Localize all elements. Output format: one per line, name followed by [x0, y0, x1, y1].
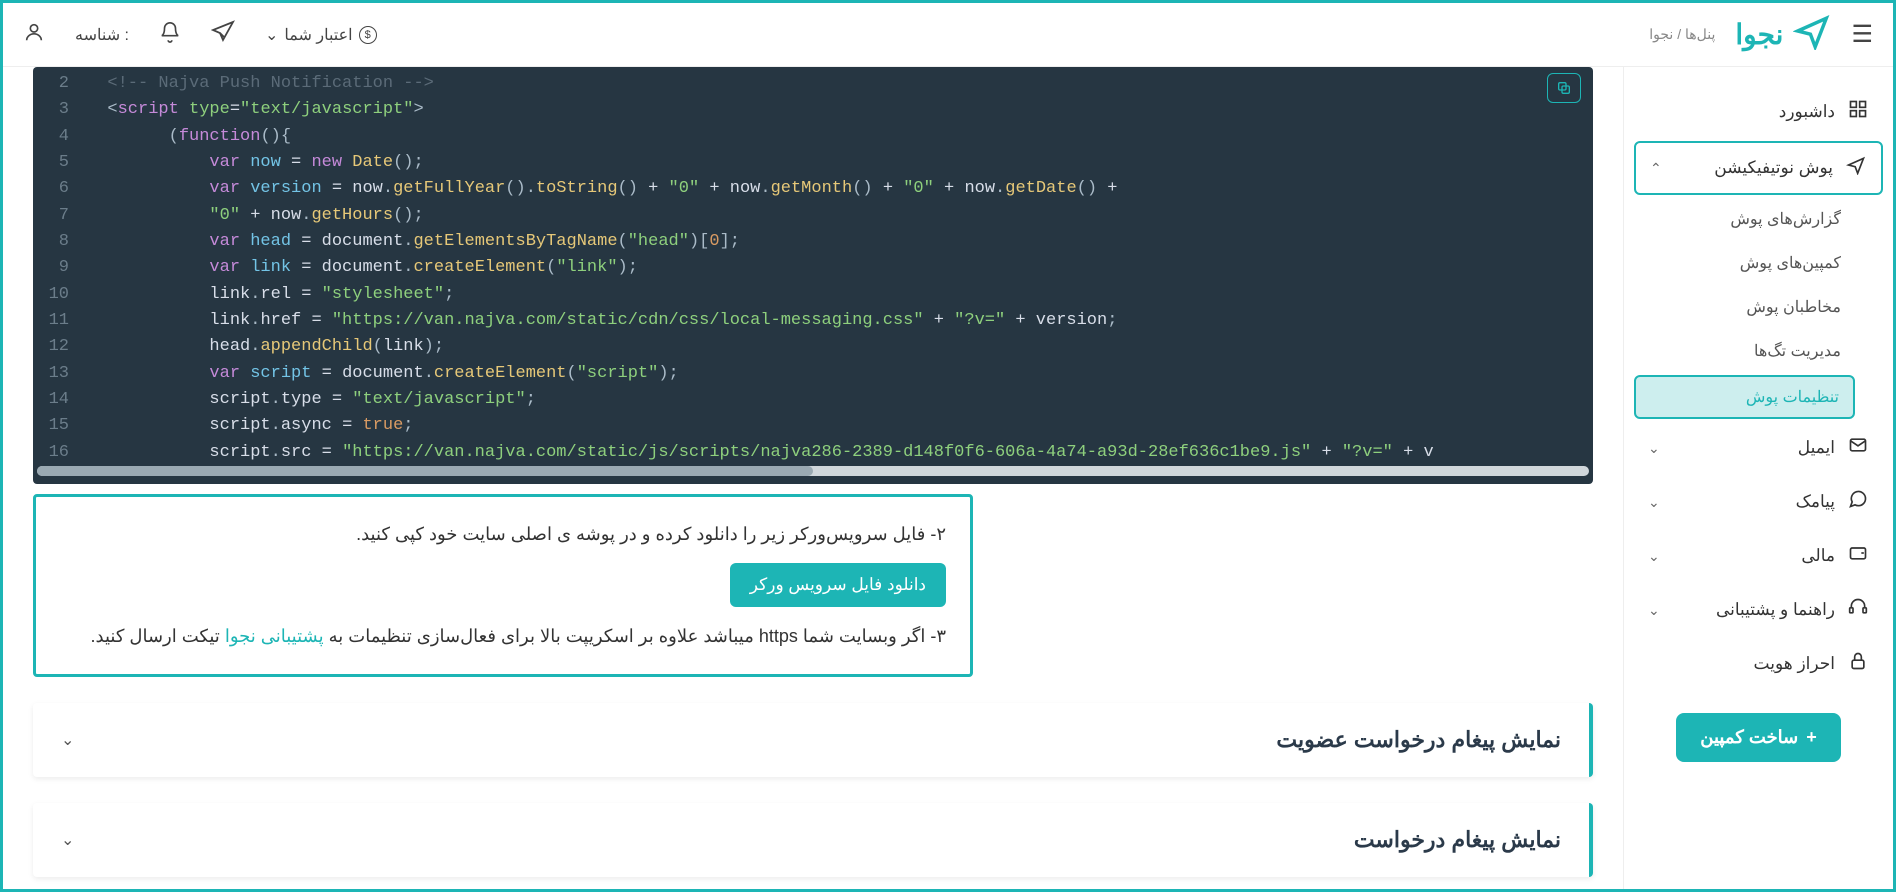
wallet-icon [1847, 543, 1869, 569]
currency-icon: $ [359, 26, 377, 44]
chevron-down-icon: ⌄ [1648, 602, 1660, 619]
nav-verify[interactable]: احراز هویت [1634, 639, 1883, 689]
nav-label: پوش نوتیفیکیشن [1714, 158, 1833, 178]
chevron-down-icon: ⌄ [1648, 548, 1660, 565]
email-icon [1847, 435, 1869, 461]
instructions-box: ۲- فایل سرویس‌ورکر زیر را دانلود کرده و … [33, 494, 973, 676]
chat-icon [1847, 489, 1869, 515]
lock-icon [1847, 651, 1869, 677]
nav-push-campaigns[interactable]: کمپین‌های پوش [1634, 243, 1855, 283]
breadcrumb[interactable]: پنل‌ها / نجوا [1649, 26, 1715, 43]
chevron-down-icon: ⌄ [1648, 440, 1660, 457]
nav-email[interactable]: ایمیل ⌄ [1634, 423, 1883, 473]
chevron-down-icon: ⌄ [61, 730, 74, 750]
brand-text: نجوا [1735, 18, 1783, 51]
step-3-text: ۳- اگر وبسایت شما https میباشد علاوه بر … [60, 619, 946, 653]
nav-label: داشبورد [1779, 102, 1835, 122]
credit-dropdown[interactable]: ⌄ اعتبار شما $ [265, 25, 377, 45]
user-icon[interactable] [23, 21, 45, 49]
download-service-worker-button[interactable]: دانلود فایل سرویس ورکر [730, 563, 946, 607]
accordion-membership-message[interactable]: نمایش پیغام درخواست عضویت ⌄ [33, 703, 1593, 777]
step-2-text: ۲- فایل سرویس‌ورکر زیر را دانلود کرده و … [60, 517, 946, 551]
nav-label: مالی [1801, 546, 1835, 566]
code-block: 2 <!-- Najva Push Notification --> 3 <sc… [33, 67, 1593, 484]
accordion-title: نمایش پیغام درخواست عضویت [1276, 727, 1561, 753]
send-icon [1845, 155, 1867, 181]
dashboard-icon [1847, 99, 1869, 125]
plus-icon: + [1806, 727, 1817, 748]
nav-push[interactable]: پوش نوتیفیکیشن ⌃ [1634, 141, 1883, 195]
nav-push-tags[interactable]: مدیریت تگ‌ها [1634, 331, 1855, 371]
nav-finance[interactable]: مالی ⌄ [1634, 531, 1883, 581]
bell-icon[interactable] [159, 21, 181, 49]
chevron-down-icon: ⌄ [1648, 494, 1660, 511]
button-label: ساخت کمپین [1700, 727, 1798, 748]
create-campaign-button[interactable]: + ساخت کمپین [1676, 713, 1840, 762]
nav-label: ایمیل [1798, 438, 1835, 458]
code-comment: <!-- Najva Push Notification --> [107, 74, 433, 93]
support-link[interactable]: پشتیبانی نجوا [225, 626, 324, 646]
credit-label: اعتبار شما [284, 25, 352, 45]
nav-push-audience[interactable]: مخاطبان پوش [1634, 287, 1855, 327]
nav-push-reports[interactable]: گزارش‌های پوش [1634, 199, 1855, 239]
nav-dashboard[interactable]: داشبورد [1634, 87, 1883, 137]
accordion-request-message[interactable]: نمایش پیغام درخواست ⌄ [33, 803, 1593, 877]
chevron-down-icon: ⌄ [61, 830, 74, 850]
nav-sms[interactable]: پیامک ⌄ [1634, 477, 1883, 527]
header: ☰ نجوا پنل‌ها / نجوا شناسه : ⌄ اعتبار شم… [3, 3, 1893, 67]
chevron-down-icon: ⌄ [265, 25, 278, 45]
menu-icon[interactable]: ☰ [1851, 20, 1873, 49]
chevron-up-icon: ⌃ [1650, 160, 1662, 177]
telegram-icon[interactable] [211, 20, 235, 50]
sidebar: داشبورد پوش نوتیفیکیشن ⌃ گزارش‌های پوش ک… [1623, 67, 1893, 889]
brand[interactable]: نجوا [1735, 12, 1831, 58]
content: 2 <!-- Najva Push Notification --> 3 <sc… [3, 67, 1623, 889]
nav-label: احراز هویت [1754, 654, 1835, 674]
nav-label: راهنما و پشتیبانی [1716, 600, 1835, 620]
headset-icon [1847, 597, 1869, 623]
accordion-title: نمایش پیغام درخواست [1354, 827, 1561, 853]
brand-icon [1793, 12, 1831, 58]
id-label: شناسه : [75, 25, 129, 45]
nav-push-settings[interactable]: تنظیمات پوش [1634, 375, 1855, 419]
nav-support[interactable]: راهنما و پشتیبانی ⌄ [1634, 585, 1883, 635]
code-scrollbar[interactable] [37, 466, 1589, 476]
copy-button[interactable] [1547, 73, 1581, 103]
nav-label: پیامک [1796, 492, 1835, 512]
